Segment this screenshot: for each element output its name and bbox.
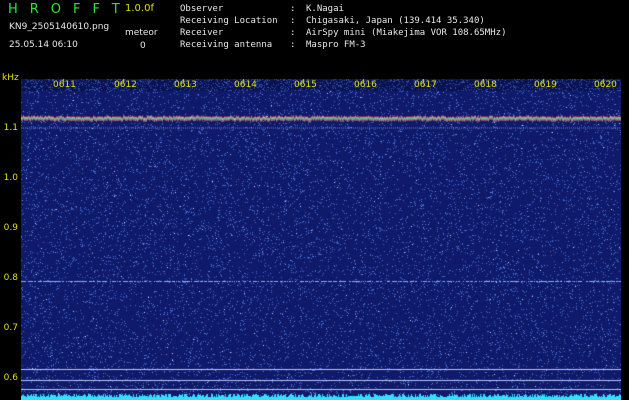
meteor-count: 0 <box>140 41 146 51</box>
station-info: Observer: K.Nagai Receiving Location: Chig… <box>180 3 506 51</box>
y-tick-label: 0.7 <box>3 323 18 333</box>
y-tick-label: 1.0 <box>3 173 18 183</box>
x-tick-label: 0617 <box>414 80 437 90</box>
meteor-label: meteor <box>125 28 158 38</box>
x-tick-label: 0614 <box>234 80 257 90</box>
x-tick-label: 0620 <box>594 80 617 90</box>
info-row-antenna: Receiving antenna: Maspro FM-3 <box>180 40 366 50</box>
info-row-observer: Observer: K.Nagai <box>180 4 344 14</box>
x-tick-label: 0615 <box>294 80 317 90</box>
x-tick-label: 0618 <box>474 80 497 90</box>
spectrogram-canvas <box>21 79 621 400</box>
y-tick-label: 0.8 <box>3 273 18 283</box>
y-tick-label: 0.9 <box>3 223 18 233</box>
file-name: KN9_2505140610.png <box>9 22 110 32</box>
x-tick-label: 0619 <box>534 80 557 90</box>
info-row-receiver: Receiver: AirSpy mini (Miakejima VOR 108.… <box>180 28 507 38</box>
x-tick-label: 0613 <box>174 80 197 90</box>
spectrogram-panel <box>21 79 621 400</box>
y-tick-label: 1.1 <box>3 123 18 133</box>
date-time: 25.05.14 06:10 <box>9 40 78 50</box>
x-tick-label: 0612 <box>114 80 137 90</box>
y-tick-label: 0.6 <box>3 373 18 383</box>
y-unit-label: kHz <box>2 73 19 83</box>
app-title: HROFFT <box>8 2 132 17</box>
x-tick-label: 0616 <box>354 80 377 90</box>
x-tick-label: 0611 <box>53 80 76 90</box>
info-row-location: Receiving Location: Chigasaki, Japan (139… <box>180 16 485 26</box>
app-version: 1.0.0f <box>125 3 154 14</box>
